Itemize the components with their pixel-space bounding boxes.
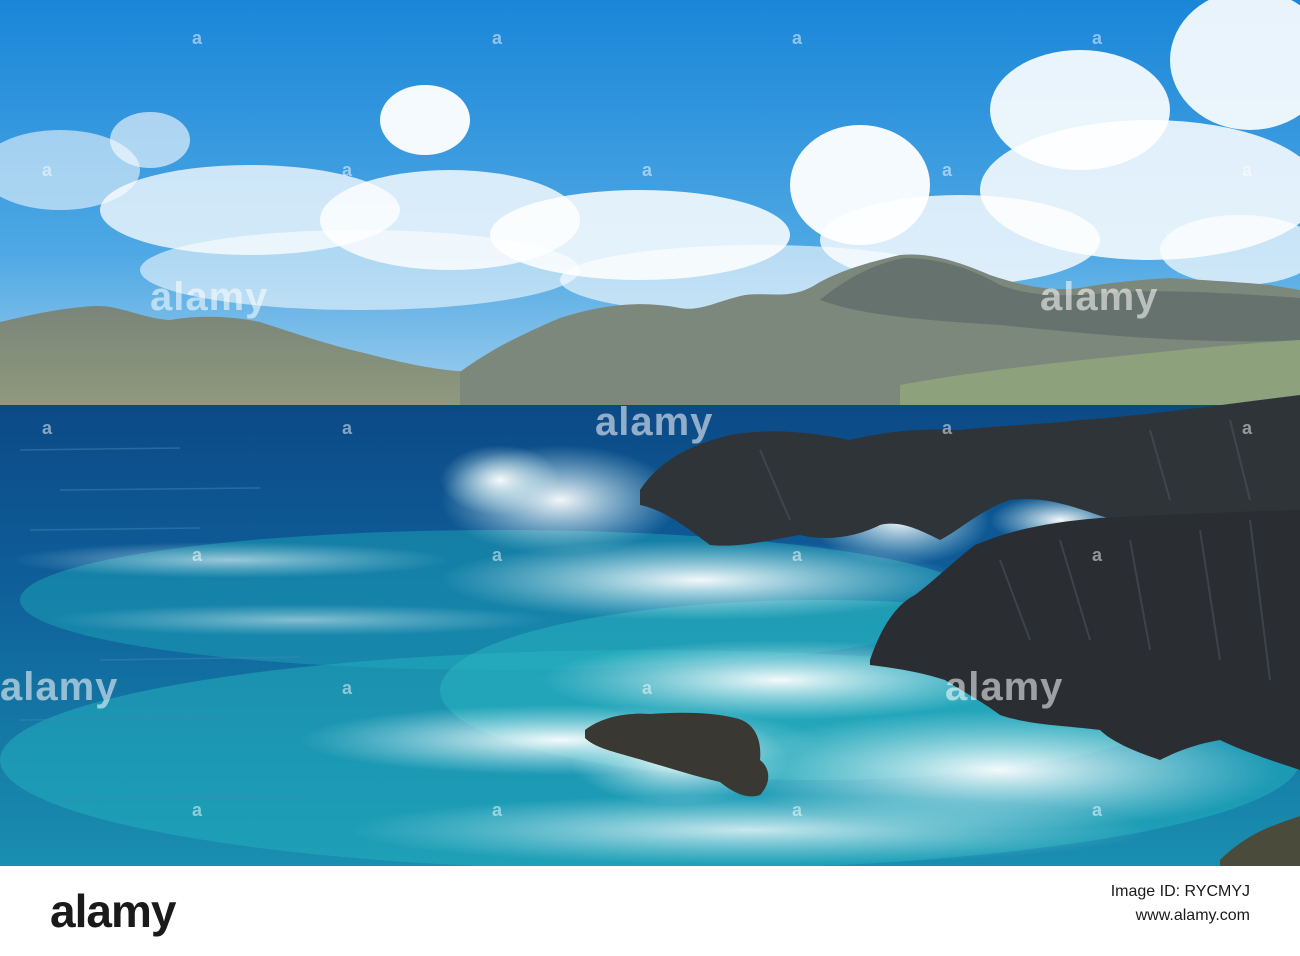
coastal-scene: [0, 0, 1300, 866]
image-info: Image ID: RYCMYJ www.alamy.com: [1111, 880, 1250, 928]
alamy-logo[interactable]: alamy: [50, 884, 176, 938]
image-id: Image ID: RYCMYJ: [1110, 883, 1250, 900]
site-url[interactable]: www.alamy.com: [1111, 904, 1250, 928]
stock-footer: alamy Image ID: RYCMYJ www.alamy.com: [0, 866, 1300, 956]
landscape-photo: alamy alamy alamy alamy alamy a a a a a …: [0, 0, 1300, 866]
